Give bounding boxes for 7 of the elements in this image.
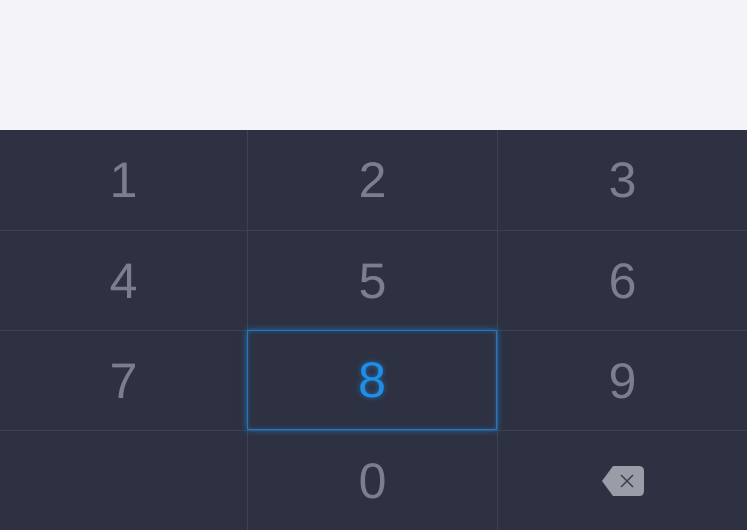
digit-key[interactable]: 9 (497, 330, 747, 430)
backspace-icon (600, 464, 644, 496)
digit-key[interactable]: 6 (497, 230, 747, 330)
digit-key[interactable]: 0 (247, 430, 497, 530)
digit-key[interactable]: 8 (247, 330, 497, 430)
digit-key[interactable]: 5 (247, 230, 497, 330)
backspace-key[interactable] (497, 430, 747, 530)
